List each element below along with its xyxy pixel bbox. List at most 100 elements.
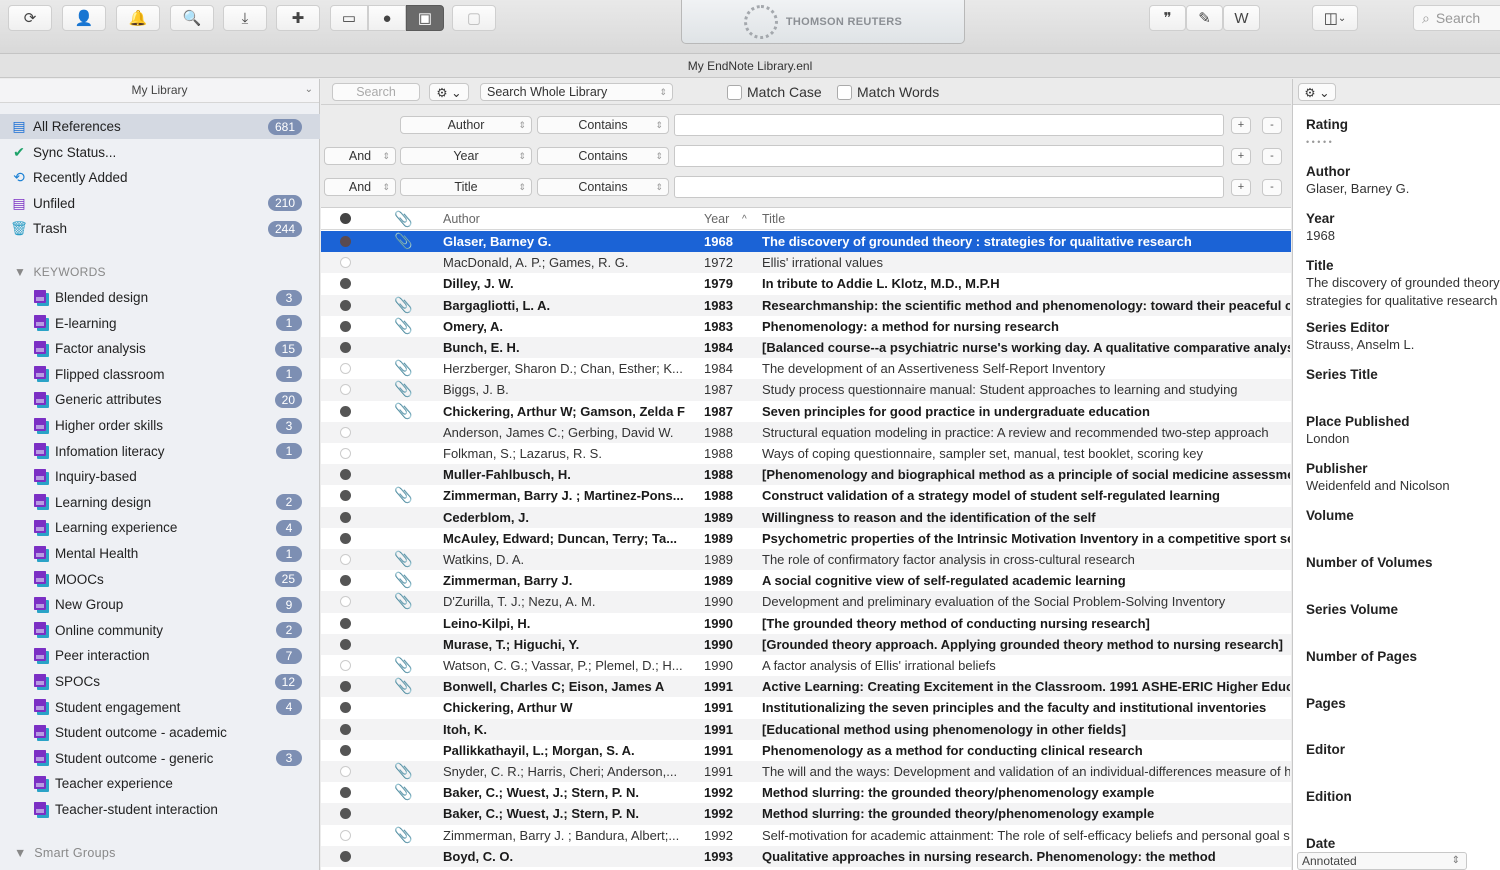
field-value[interactable]: • • • • • <box>1306 134 1348 150</box>
keywords-section-header[interactable]: ▼ KEYWORDS <box>14 265 106 279</box>
unread-dot-icon[interactable] <box>340 405 351 417</box>
field-value-continued[interactable]: strategies for qualitative research <box>1306 293 1500 309</box>
unread-dot-icon[interactable] <box>340 236 351 247</box>
reference-row[interactable]: 📎 Herzberger, Sharon D.; Chan, Esther; K.… <box>321 358 1291 379</box>
field-value[interactable]: Weidenfeld and Nicolson <box>1306 478 1450 494</box>
unread-dot-icon[interactable] <box>340 681 351 693</box>
search-button[interactable]: Search <box>332 83 420 101</box>
search-operator-select[interactable]: Contains ⇕ <box>537 178 669 196</box>
insert-citation-button[interactable]: ❞ <box>1149 5 1186 31</box>
output-style-select[interactable]: Annotated ⇕ <box>1297 852 1467 870</box>
read-dot-icon[interactable] <box>340 554 351 565</box>
reference-row[interactable]: 📎 Chickering, Arthur W; Gamson, Zelda F 19… <box>321 401 1291 422</box>
match-case-checkbox[interactable]: Match Case <box>727 84 822 100</box>
keyword-group-item[interactable]: Peer interaction 7 <box>0 643 320 668</box>
field-series-title[interactable]: Series Title <box>1306 367 1378 384</box>
unread-dot-icon[interactable] <box>340 850 351 862</box>
field-value[interactable]: 1968 <box>1306 228 1335 244</box>
reference-row[interactable]: 📎 Bargagliotti, L. A. 1983 Researchmanship:… <box>321 294 1291 316</box>
unread-dot-icon[interactable] <box>340 638 351 650</box>
sidebar-item-all-references[interactable]: ▤ All References 681 <box>0 114 320 139</box>
word-button[interactable]: W <box>1223 5 1260 31</box>
unread-dot-icon[interactable] <box>340 469 351 481</box>
field-date[interactable]: Date <box>1306 836 1335 853</box>
reference-row[interactable]: Bunch, E. H. 1984 [Balanced course--a psyc… <box>321 337 1291 359</box>
reference-row[interactable]: Anderson, James C.; Gerbing, David W. 198… <box>321 421 1291 443</box>
keyword-group-item[interactable]: Flipped classroom 1 <box>0 362 320 387</box>
field-pages[interactable]: Pages <box>1306 696 1346 713</box>
reference-row[interactable]: Folkman, S.; Lazarus, R. S. 1988 Ways of c… <box>321 443 1291 464</box>
reference-row[interactable]: Leino-Kilpi, H. 1990 [The grounded theory … <box>321 613 1291 634</box>
search-term-input[interactable] <box>674 145 1224 167</box>
sidebar-item-recently-added[interactable]: ⟲ Recently Added <box>0 165 320 190</box>
keyword-group-item[interactable]: New Group 9 <box>0 592 320 617</box>
edit-reference-button[interactable]: ✎ <box>1186 5 1223 31</box>
keyword-group-item[interactable]: Student outcome - generic 3 <box>0 746 320 771</box>
field-volume[interactable]: Volume <box>1306 508 1354 525</box>
field-publisher[interactable]: Publisher Weidenfeld and Nicolson <box>1306 461 1450 494</box>
unread-dot-icon[interactable] <box>340 490 351 502</box>
field-author[interactable]: Author Glaser, Barney G. <box>1306 164 1409 197</box>
field-place-published[interactable]: Place Published London <box>1306 414 1410 447</box>
read-dot-icon[interactable] <box>340 596 351 608</box>
read-dot-icon[interactable] <box>340 766 351 777</box>
column-author[interactable]: Author <box>443 212 480 226</box>
find-fulltext-button[interactable]: 🔍 <box>170 5 214 31</box>
unread-dot-icon[interactable] <box>340 532 351 544</box>
field-rating[interactable]: Rating • • • • • <box>1306 117 1348 150</box>
reference-row[interactable]: 📎 Watson, C. G.; Vassar, P.; Plemel, D.; … <box>321 655 1291 676</box>
reference-row[interactable]: Chickering, Arthur W 1991 Institutionalizi… <box>321 697 1291 718</box>
reference-row[interactable]: Cederblom, J. 1989 Willingness to reason a… <box>321 506 1291 528</box>
field-value[interactable]: Strauss, Anselm L. <box>1306 337 1414 353</box>
keyword-group-item[interactable]: E-learning 1 <box>0 311 320 336</box>
field-value[interactable]: The discovery of grounded theory : <box>1306 275 1500 291</box>
keyword-group-item[interactable]: Inquiry-based <box>0 464 320 489</box>
reference-row[interactable]: 📎 Snyder, C. R.; Harris, Cheri; Anderson,… <box>321 761 1291 783</box>
read-dot-icon[interactable] <box>340 384 351 396</box>
local-library-button[interactable]: ▭ <box>330 5 368 31</box>
search-term-input[interactable] <box>674 114 1224 136</box>
unread-dot-icon[interactable] <box>340 511 351 523</box>
boolean-operator-select[interactable]: And ⇕ <box>324 178 396 196</box>
keyword-group-item[interactable]: Student outcome - academic <box>0 720 320 745</box>
import-button[interactable]: ⤓ <box>223 5 267 31</box>
column-year[interactable]: Year <box>704 212 729 226</box>
integrated-library-button[interactable]: ▣ <box>406 5 444 31</box>
library-selector[interactable]: My Library ⌄ <box>0 79 319 103</box>
reference-row[interactable]: 📎 Zimmerman, Barry J. ; Bandura, Albert;.… <box>321 825 1291 846</box>
reference-row[interactable]: 📎 Bonwell, Charles C; Eison, James A 1991 A… <box>321 676 1291 698</box>
read-dot-icon[interactable] <box>340 426 351 438</box>
notify-group-button[interactable]: 🔔 <box>116 5 160 31</box>
online-search-button[interactable]: ● <box>368 5 406 31</box>
reference-row[interactable]: Itoh, K. 1991 [Educational method using ph… <box>321 718 1291 740</box>
reference-row[interactable]: 📎 Omery, A. 1983 Phenomenology: a method fo… <box>321 316 1291 337</box>
keyword-group-item[interactable]: Blended design 3 <box>0 285 320 310</box>
sidebar-item-unfiled[interactable]: ▤ Unfiled 210 <box>0 191 320 216</box>
remove-search-row-button[interactable]: - <box>1262 179 1282 196</box>
keyword-group-item[interactable]: Learning design 2 <box>0 490 320 515</box>
field-value[interactable]: London <box>1306 431 1410 447</box>
field-value[interactable]: Glaser, Barney G. <box>1306 181 1409 197</box>
keyword-group-item[interactable]: Generic attributes 20 <box>0 387 320 412</box>
layout-button[interactable]: ◫ ⌄ <box>1312 5 1358 31</box>
read-dot-icon[interactable] <box>340 829 351 841</box>
keyword-group-item[interactable]: Teacher-student interaction <box>0 797 320 822</box>
add-user-button[interactable]: 👤 <box>62 5 106 31</box>
search-field-select[interactable]: Author ⇕ <box>400 116 532 134</box>
reference-row[interactable]: Pallikkathayil, L.; Morgan, S. A. 1991 Phe… <box>321 740 1291 761</box>
reference-row[interactable]: 📎 Glaser, Barney G. 1968 The discovery of g… <box>321 231 1291 253</box>
checkbox-box[interactable] <box>727 84 742 100</box>
reference-row[interactable]: Murase, T.; Higuchi, Y. 1990 [Grounded the… <box>321 633 1291 655</box>
reference-row[interactable]: 📎 Biggs, J. B. 1987 Study process questionn… <box>321 379 1291 401</box>
keyword-group-item[interactable]: Teacher experience <box>0 771 320 796</box>
field-edition[interactable]: Edition <box>1306 789 1352 806</box>
smart-groups-section-header[interactable]: ▼ Smart Groups <box>14 846 116 860</box>
reference-row[interactable]: 📎 D'Zurilla, T. J.; Nezu, A. M. 1990 Develo… <box>321 591 1291 613</box>
read-status-column-icon[interactable] <box>340 213 351 224</box>
field-number-of-pages[interactable]: Number of Pages <box>1306 649 1417 666</box>
sidebar-item-trash[interactable]: 🗑 Trash 244 <box>0 216 320 241</box>
remove-search-row-button[interactable]: - <box>1262 148 1282 165</box>
boolean-operator-select[interactable]: And ⇕ <box>324 147 396 165</box>
unread-dot-icon[interactable] <box>340 808 351 820</box>
field-editor[interactable]: Editor <box>1306 742 1345 759</box>
